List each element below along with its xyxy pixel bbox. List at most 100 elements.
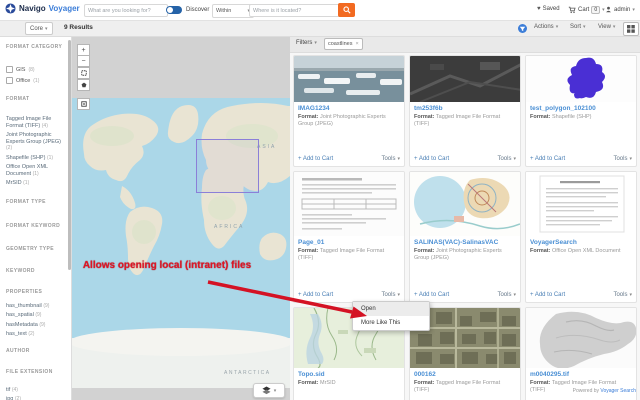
result-title-link[interactable]: Page_01: [298, 239, 400, 246]
polygon-icon: [81, 82, 86, 88]
powered-brand-link[interactable]: Voyager Search: [600, 388, 636, 394]
tools-context-menu: Open More Like This: [352, 301, 430, 331]
toggle-knob: [167, 7, 173, 13]
facet-link-has-text[interactable]: has_text (2): [6, 331, 63, 338]
result-thumbnail[interactable]: [294, 56, 404, 102]
facet-checkbox-gis[interactable]: GIS (8): [6, 66, 63, 73]
heart-icon: ♥: [537, 6, 541, 12]
facet-link-docx[interactable]: Office Open XML Document (1): [6, 164, 63, 177]
brand-logo[interactable]: Navigo Voyager: [5, 3, 80, 14]
grid-view-button[interactable]: [623, 22, 639, 36]
sort-dropdown[interactable]: Sort ▾: [570, 24, 586, 30]
result-thumbnail[interactable]: [410, 172, 520, 236]
result-title-link[interactable]: SALINAS(VAC)-SalinasVAC: [414, 239, 516, 246]
within-select[interactable]: Within ▾: [212, 4, 254, 18]
result-thumbnail[interactable]: [294, 172, 404, 236]
add-to-cart-button[interactable]: + Add to Cart: [414, 156, 449, 162]
tools-dropdown[interactable]: Tools ▾: [613, 156, 632, 162]
basemap-layers-button[interactable]: ▾: [253, 383, 285, 398]
view-dropdown[interactable]: View ▾: [598, 24, 615, 30]
checkbox-icon[interactable]: [6, 66, 13, 73]
cart-menu[interactable]: Cart 0 ▾: [568, 6, 605, 14]
draw-polygon-button[interactable]: [77, 79, 90, 91]
tools-dropdown[interactable]: Tools ▾: [381, 156, 400, 162]
facet-heading-file-extension: FILE EXTENSION: [6, 368, 53, 375]
facet-heading-keyword: KEYWORD: [6, 267, 35, 274]
discover-toggle[interactable]: [166, 6, 182, 14]
chevron-down-icon: ▾: [583, 24, 586, 30]
filter-funnel-icon[interactable]: [518, 24, 527, 33]
location-input[interactable]: [249, 4, 341, 17]
facet-link-hasmetadata[interactable]: hasMetadata (9): [6, 322, 63, 329]
result-card[interactable]: SALINAS(VAC)-SalinasVAC Format: Joint Ph…: [409, 171, 521, 303]
tools-dropdown-open[interactable]: Tools ▾: [381, 292, 400, 298]
result-title-link[interactable]: VoyagerSearch: [530, 239, 632, 246]
map-extent-box[interactable]: [196, 139, 259, 193]
result-card[interactable]: Page_01 Format: Tagged Image File Format…: [293, 171, 405, 303]
facet-link-tiff[interactable]: Tagged Image File Format (TIFF) (4): [6, 116, 63, 129]
filter-chip-coastlines[interactable]: coastlines ×: [324, 38, 363, 50]
core-dropdown[interactable]: Core ▾: [25, 22, 53, 35]
result-title-link[interactable]: IMAG1234: [298, 105, 400, 112]
facet-checkbox-office[interactable]: Office (1): [6, 77, 63, 84]
facet-count: (1): [46, 154, 54, 161]
result-title-link[interactable]: test_polygon_102100: [530, 105, 632, 112]
facet-count: (9): [43, 302, 50, 309]
result-title-link[interactable]: tm253f6b: [414, 105, 516, 112]
menu-item-more-like-this[interactable]: More Like This: [353, 316, 429, 330]
results-count: 9 Results: [64, 24, 93, 31]
add-to-cart-button[interactable]: + Add to Cart: [530, 156, 565, 162]
facet-link-has-thumbnail[interactable]: has_thumbnail (9): [6, 303, 63, 310]
facet-link-has-spatial[interactable]: has_spatial (9): [6, 312, 63, 319]
search-input[interactable]: [84, 4, 168, 17]
search-button[interactable]: [338, 3, 355, 17]
saved-button[interactable]: ♥ Saved: [537, 6, 560, 12]
result-thumbnail[interactable]: [410, 56, 520, 102]
chevron-down-icon: ▾: [629, 156, 632, 162]
result-thumbnail[interactable]: [526, 56, 636, 102]
checkbox-icon[interactable]: [6, 77, 13, 84]
facet-link-text: Shapefile (SHP): [6, 154, 46, 161]
map-canvas[interactable]: ASIA AFRICA ANTARCTICA + − ▾: [72, 36, 290, 400]
add-to-cart-button[interactable]: + Add to Cart: [414, 292, 449, 298]
facet-link-text: Office Open XML Document: [6, 164, 48, 177]
extent-tool-button[interactable]: [77, 98, 90, 110]
result-card[interactable]: test_polygon_102100 Format: Shapefile (S…: [525, 55, 637, 167]
actions-label: Actions: [534, 24, 554, 30]
facet-link-tif[interactable]: tif (4): [6, 387, 63, 394]
facet-link-jpg[interactable]: jpg (2): [6, 396, 63, 400]
facet-link-jpeg[interactable]: Joint Photographic Experts Group (JPEG) …: [6, 132, 63, 152]
tools-dropdown[interactable]: Tools ▾: [613, 292, 632, 298]
user-menu[interactable]: admin ▾: [605, 6, 635, 13]
add-to-cart-button[interactable]: + Add to Cart: [530, 292, 565, 298]
facet-count: (2): [6, 145, 13, 151]
facet-link-shp[interactable]: Shapefile (SHP) (1): [6, 155, 63, 162]
result-title-link[interactable]: 000162: [414, 371, 516, 378]
zoom-out-button[interactable]: −: [77, 55, 90, 67]
filters-dropdown[interactable]: Filters ▾: [296, 40, 317, 46]
result-card[interactable]: IMAG1234 Format: Joint Photographic Expe…: [293, 55, 405, 167]
tools-dropdown[interactable]: Tools ▾: [497, 292, 516, 298]
facet-link-text: has_text: [6, 331, 27, 337]
result-title-link[interactable]: Topo.sid: [298, 371, 400, 378]
remove-filter-icon[interactable]: ×: [355, 41, 358, 47]
facet-link-mrsid[interactable]: MrSID (1): [6, 180, 63, 187]
facet-count: (8): [28, 66, 35, 73]
box-zoom-button[interactable]: [77, 67, 90, 79]
add-to-cart-button[interactable]: + Add to Cart: [298, 156, 333, 162]
result-card[interactable]: VoyagerSearch Format: Office Open XML Do…: [525, 171, 637, 303]
result-thumbnail[interactable]: [526, 308, 636, 368]
result-card[interactable]: tm253f6b Format: Tagged Image File Forma…: [409, 55, 521, 167]
chevron-down-icon: ▾: [45, 25, 48, 32]
tools-dropdown[interactable]: Tools ▾: [497, 156, 516, 162]
result-thumbnail[interactable]: [526, 172, 636, 236]
actions-dropdown[interactable]: Actions ▾: [534, 24, 558, 30]
result-title-link[interactable]: m0040295.tif: [530, 371, 632, 378]
menu-item-open[interactable]: Open: [353, 302, 429, 316]
sidebar-scrollbar[interactable]: [68, 40, 71, 270]
tools-label: Tools: [613, 156, 628, 162]
result-card[interactable]: m0040295.tif Format: Tagged Image File F…: [525, 307, 637, 400]
facet-heading-properties: PROPERTIES: [6, 288, 43, 295]
chevron-down-icon: ▾: [555, 24, 559, 30]
add-to-cart-button[interactable]: + Add to Cart: [298, 292, 333, 298]
